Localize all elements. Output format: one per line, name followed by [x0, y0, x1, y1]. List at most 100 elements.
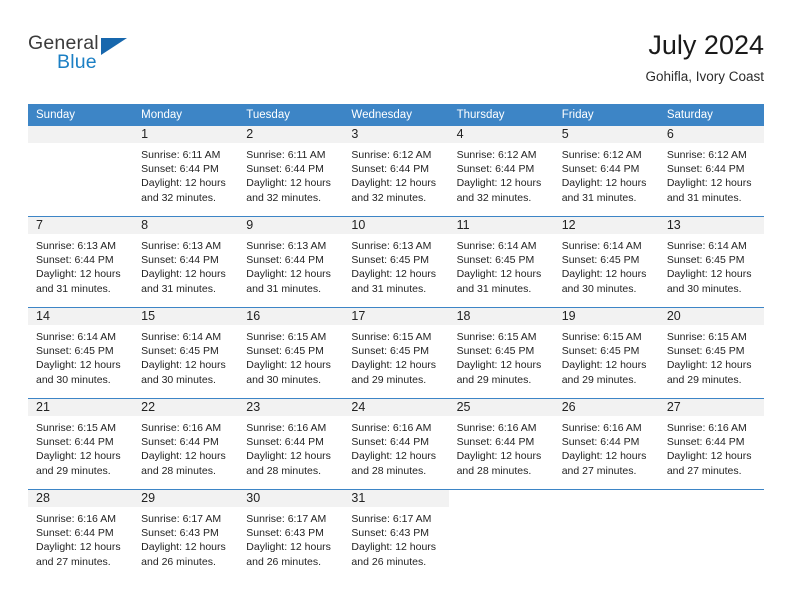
day-cell[interactable]: 20 Sunrise: 6:15 AM Sunset: 6:45 PM Dayligh… — [658, 308, 764, 399]
day-number: 24 — [343, 399, 449, 416]
day-cell-empty — [659, 490, 764, 580]
day-number: 4 — [448, 126, 554, 143]
calendar-body: 1 Sunrise: 6:11 AM Sunset: 6:44 PM Daylight… — [28, 126, 764, 580]
calendar-cell: 1 Sunrise: 6:11 AM Sunset: 6:44 PM Daylight… — [133, 126, 239, 217]
weekday-header-sunday: Sunday — [28, 104, 134, 126]
day-cell[interactable]: 29 Sunrise: 6:17 AM Sunset: 6:43 PM Dayligh… — [133, 490, 239, 580]
detail-daylight-line2: and 32 minutes. — [141, 191, 216, 204]
day-cell[interactable]: 10 Sunrise: 6:13 AM Sunset: 6:45 PM Dayligh… — [343, 217, 449, 308]
detail-daylight-line1: Daylight: 12 hours — [351, 541, 437, 554]
day-cell[interactable]: 17 Sunrise: 6:15 AM Sunset: 6:45 PM Dayligh… — [343, 308, 449, 399]
detail-sunset: Sunset: 6:43 PM — [246, 527, 324, 540]
detail-sunset: Sunset: 6:44 PM — [246, 254, 324, 267]
day-cell[interactable]: 22 Sunrise: 6:16 AM Sunset: 6:44 PM Dayligh… — [133, 399, 239, 490]
detail-daylight-line2: and 30 minutes. — [246, 373, 321, 386]
day-cell[interactable]: 19 Sunrise: 6:15 AM Sunset: 6:45 PM Dayligh… — [553, 308, 659, 399]
day-number: 6 — [658, 126, 764, 143]
detail-sunset: Sunset: 6:45 PM — [561, 345, 640, 358]
detail-daylight-line2: and 30 minutes. — [141, 373, 216, 386]
day-cell[interactable]: 16 Sunrise: 6:15 AM Sunset: 6:45 PM Dayligh… — [238, 308, 344, 399]
page-title: July 2024 — [648, 30, 764, 60]
calendar-week-row: 7 Sunrise: 6:13 AM Sunset: 6:44 PM Daylight… — [28, 216, 764, 308]
day-cell-empty — [449, 490, 554, 580]
day-cell[interactable]: 21 Sunrise: 6:15 AM Sunset: 6:44 PM Dayligh… — [28, 399, 134, 490]
calendar-cell: 7 Sunrise: 6:13 AM Sunset: 6:44 PM Daylight… — [28, 216, 134, 308]
day-cell[interactable]: 9 Sunrise: 6:13 AM Sunset: 6:44 PM Daylight… — [238, 217, 344, 308]
day-cell[interactable]: 4 Sunrise: 6:12 AM Sunset: 6:44 PM Daylight… — [448, 126, 554, 216]
weekday-header-friday: Friday — [553, 104, 659, 126]
day-number: 26 — [553, 399, 659, 416]
day-number: 16 — [238, 308, 344, 325]
calendar-table: Sunday Monday Tuesday Wednesday Thursday… — [28, 104, 764, 580]
day-cell[interactable]: 6 Sunrise: 6:12 AM Sunset: 6:44 PM Daylight… — [658, 126, 764, 216]
detail-sunset: Sunset: 6:43 PM — [351, 527, 430, 540]
day-cell[interactable]: 8 Sunrise: 6:13 AM Sunset: 6:44 PM Daylight… — [133, 217, 239, 308]
detail-daylight-line2: and 32 minutes. — [351, 191, 427, 204]
day-cell[interactable]: 31 Sunrise: 6:17 AM Sunset: 6:43 PM Dayligh… — [343, 490, 449, 580]
day-cell[interactable]: 24 Sunrise: 6:16 AM Sunset: 6:44 PM Dayligh… — [343, 399, 449, 490]
weekday-header-saturday: Saturday — [658, 104, 764, 126]
day-number: 25 — [448, 399, 554, 416]
day-number: 12 — [553, 217, 659, 234]
detail-sunrise: Sunrise: 6:17 AM — [246, 513, 327, 525]
detail-daylight-line2: and 31 minutes. — [36, 282, 111, 295]
day-cell[interactable]: 15 Sunrise: 6:14 AM Sunset: 6:45 PM Dayligh… — [133, 308, 239, 399]
day-cell[interactable]: 3 Sunrise: 6:12 AM Sunset: 6:44 PM Daylight… — [343, 126, 449, 216]
day-cell[interactable]: 2 Sunrise: 6:11 AM Sunset: 6:44 PM Daylight… — [238, 126, 344, 216]
detail-sunset: Sunset: 6:44 PM — [141, 436, 219, 449]
day-cell[interactable]: 25 Sunrise: 6:16 AM Sunset: 6:44 PM Dayligh… — [448, 399, 554, 490]
detail-daylight-line1: Daylight: 12 hours — [456, 268, 542, 281]
general-blue-logo[interactable]: General Blue — [28, 32, 148, 82]
day-number: 8 — [133, 217, 239, 234]
day-cell[interactable]: 7 Sunrise: 6:13 AM Sunset: 6:44 PM Daylight… — [28, 217, 134, 308]
detail-sunset: Sunset: 6:44 PM — [351, 163, 430, 176]
title-block: July 2024 Gohifla, Ivory Coast — [645, 28, 764, 87]
day-number: 3 — [343, 126, 449, 143]
detail-daylight-line1: Daylight: 12 hours — [36, 268, 121, 281]
detail-sunrise: Sunrise: 6:13 AM — [36, 240, 116, 252]
day-number: 10 — [343, 217, 449, 234]
day-detail: Sunrise: 6:12 AM Sunset: 6:44 PM Daylight:… — [343, 143, 448, 205]
day-number: 9 — [238, 217, 344, 234]
day-cell[interactable]: 23 Sunrise: 6:16 AM Sunset: 6:44 PM Dayligh… — [238, 399, 344, 490]
day-cell[interactable]: 18 Sunrise: 6:15 AM Sunset: 6:45 PM Dayligh… — [448, 308, 554, 399]
detail-sunset: Sunset: 6:45 PM — [141, 345, 219, 358]
day-detail: Sunrise: 6:12 AM Sunset: 6:44 PM Daylight:… — [449, 143, 554, 205]
detail-sunrise: Sunrise: 6:12 AM — [351, 149, 432, 161]
day-cell[interactable]: 27 Sunrise: 6:16 AM Sunset: 6:44 PM Dayligh… — [658, 399, 764, 490]
detail-daylight-line1: Daylight: 12 hours — [36, 541, 121, 554]
day-cell[interactable]: 11 Sunrise: 6:14 AM Sunset: 6:45 PM Dayligh… — [448, 217, 554, 308]
calendar-week-row: 1 Sunrise: 6:11 AM Sunset: 6:44 PM Daylight… — [28, 126, 764, 217]
detail-daylight-line1: Daylight: 12 hours — [141, 450, 226, 463]
day-cell[interactable]: 12 Sunrise: 6:14 AM Sunset: 6:45 PM Dayligh… — [553, 217, 659, 308]
day-cell[interactable]: 26 Sunrise: 6:16 AM Sunset: 6:44 PM Dayligh… — [553, 399, 659, 490]
detail-daylight-line1: Daylight: 12 hours — [246, 268, 331, 281]
detail-sunset: Sunset: 6:43 PM — [141, 527, 219, 540]
day-detail: Sunrise: 6:17 AM Sunset: 6:43 PM Daylight:… — [238, 507, 343, 569]
detail-sunrise: Sunrise: 6:16 AM — [561, 422, 642, 434]
detail-daylight-line2: and 31 minutes. — [141, 282, 216, 295]
detail-sunrise: Sunrise: 6:12 AM — [561, 149, 642, 161]
calendar-cell: 30 Sunrise: 6:17 AM Sunset: 6:43 PM Dayligh… — [238, 489, 344, 580]
day-cell[interactable]: 30 Sunrise: 6:17 AM Sunset: 6:43 PM Dayligh… — [238, 490, 344, 580]
day-cell[interactable]: 5 Sunrise: 6:12 AM Sunset: 6:44 PM Daylight… — [553, 126, 659, 216]
calendar-cell: 4 Sunrise: 6:12 AM Sunset: 6:44 PM Daylight… — [448, 126, 554, 217]
detail-sunrise: Sunrise: 6:15 AM — [561, 331, 642, 343]
day-number — [659, 490, 764, 507]
calendar-cell: 19 Sunrise: 6:15 AM Sunset: 6:45 PM Dayligh… — [553, 307, 659, 399]
detail-sunset: Sunset: 6:44 PM — [351, 436, 430, 449]
day-detail: Sunrise: 6:14 AM Sunset: 6:45 PM Daylight:… — [554, 234, 659, 296]
day-detail: Sunrise: 6:12 AM Sunset: 6:44 PM Daylight:… — [659, 143, 764, 205]
day-cell[interactable]: 14 Sunrise: 6:14 AM Sunset: 6:45 PM Dayligh… — [28, 308, 134, 399]
day-cell[interactable]: 1 Sunrise: 6:11 AM Sunset: 6:44 PM Daylight… — [133, 126, 239, 216]
day-cell[interactable]: 13 Sunrise: 6:14 AM Sunset: 6:45 PM Dayligh… — [658, 217, 764, 308]
detail-daylight-line1: Daylight: 12 hours — [666, 450, 752, 463]
day-cell[interactable]: 28 Sunrise: 6:16 AM Sunset: 6:44 PM Dayligh… — [28, 490, 134, 580]
detail-sunrise: Sunrise: 6:17 AM — [351, 513, 432, 525]
detail-sunset: Sunset: 6:45 PM — [246, 345, 324, 358]
detail-daylight-line2: and 30 minutes. — [561, 282, 637, 295]
day-detail: Sunrise: 6:16 AM Sunset: 6:44 PM Daylight:… — [343, 416, 448, 478]
page-header: General Blue July 2024 Gohifla, Ivory Co… — [28, 28, 764, 90]
day-number: 28 — [28, 490, 134, 507]
detail-sunrise: Sunrise: 6:12 AM — [666, 149, 747, 161]
